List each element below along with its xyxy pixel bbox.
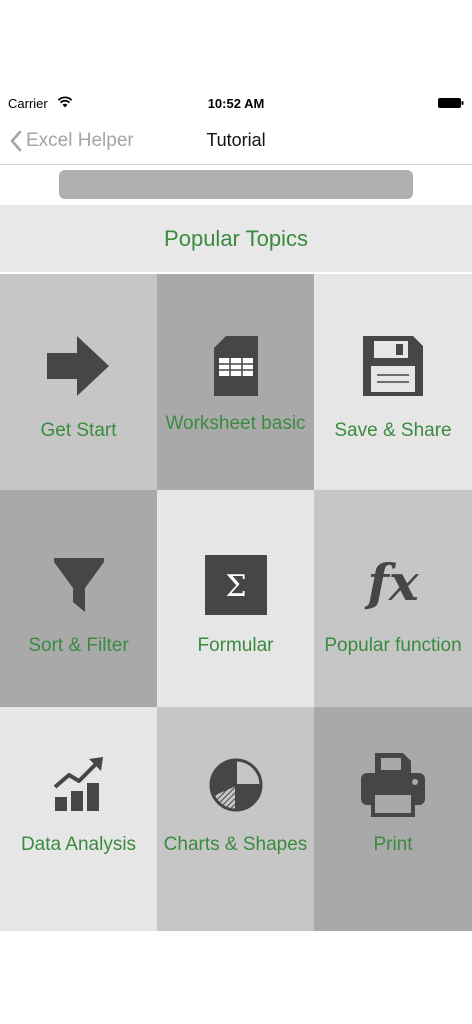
sd-card-sheet-icon bbox=[213, 336, 258, 396]
battery-icon bbox=[438, 98, 464, 108]
printer-icon bbox=[361, 753, 425, 817]
clock: 10:52 AM bbox=[207, 96, 265, 111]
section-header: Popular Topics bbox=[0, 205, 472, 274]
bar-chart-trend-icon bbox=[53, 757, 103, 811]
svg-text:Σ: Σ bbox=[225, 569, 246, 604]
tile-print[interactable]: Print bbox=[314, 707, 472, 931]
tile-worksheet-basic[interactable]: Worksheet basic bbox=[157, 274, 314, 490]
tile-popular-function[interactable]: fx Popular function bbox=[314, 490, 472, 707]
floppy-disk-icon bbox=[363, 336, 423, 396]
tile-label: Charts & Shapes bbox=[163, 834, 308, 855]
tile-save-share[interactable]: Save & Share bbox=[314, 274, 472, 490]
tile-label: Save & Share bbox=[334, 420, 452, 441]
tile-data-analysis[interactable]: Data Analysis bbox=[0, 707, 157, 931]
banner-placeholder bbox=[59, 170, 413, 199]
status-bar: Carrier 10:52 AM bbox=[0, 92, 472, 116]
banner-area bbox=[0, 166, 472, 204]
sigma-icon: Σ bbox=[204, 555, 267, 615]
arrow-right-icon bbox=[46, 336, 109, 396]
tile-get-start[interactable]: Get Start bbox=[0, 274, 157, 490]
tile-label: Formular bbox=[197, 635, 274, 656]
tile-charts-shapes[interactable]: Charts & Shapes bbox=[157, 707, 314, 931]
svg-text:fx: fx bbox=[364, 553, 420, 612]
tile-label: Print bbox=[373, 834, 413, 855]
tile-formular[interactable]: Σ Formular bbox=[157, 490, 314, 707]
tile-label: Worksheet basic bbox=[165, 413, 306, 434]
funnel-icon bbox=[53, 558, 104, 612]
section-title: Popular Topics bbox=[164, 225, 308, 251]
tile-label: Data Analysis bbox=[20, 834, 137, 855]
tile-sort-filter[interactable]: Sort & Filter bbox=[0, 490, 157, 707]
pie-chart-icon bbox=[209, 758, 262, 812]
tile-label: Sort & Filter bbox=[28, 635, 129, 656]
tile-label: Get Start bbox=[40, 420, 117, 441]
fx-icon: fx bbox=[364, 553, 420, 612]
page-title: Tutorial bbox=[206, 130, 266, 150]
topics-grid: Get Start Worksheet basic Save & Share S… bbox=[0, 274, 472, 931]
tile-label: Popular function bbox=[324, 635, 462, 656]
navigation-bar: Excel Helper Tutorial bbox=[0, 118, 472, 165]
